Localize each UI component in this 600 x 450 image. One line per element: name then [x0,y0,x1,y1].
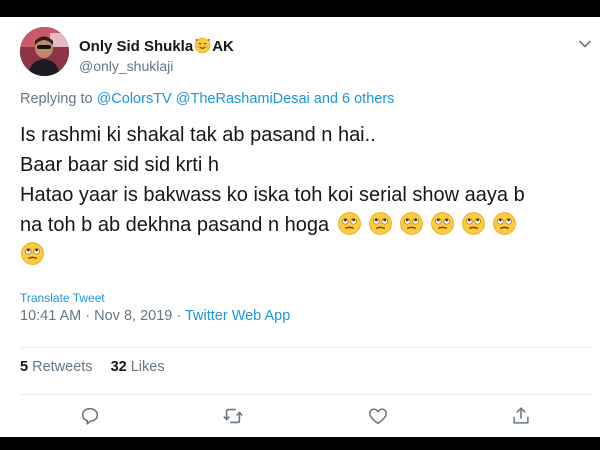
smiling-face-with-hearts-icon [194,37,211,58]
face-with-rolling-eyes-icon [399,211,424,236]
others-link[interactable]: and 6 others [314,91,395,107]
tweet-meta: 10:41 AM · Nov 8, 2019 · Twitter Web App [20,308,290,324]
meta-separator: · [172,308,185,324]
retweet-icon[interactable] [222,405,244,427]
like-icon[interactable] [367,405,389,427]
tweet-line: Hatao yaar is bakwass ko iska toh koi se… [20,184,525,206]
replying-to-label: Replying to [20,91,93,107]
mention-link[interactable]: @ColorsTV [97,91,172,107]
likes-stat[interactable]: 32 Likes [111,359,165,375]
face-with-rolling-eyes-icon [20,241,45,266]
translate-tweet-link[interactable]: Translate Tweet [20,291,105,305]
face-with-rolling-eyes-icon [461,211,486,236]
face-with-rolling-eyes-icon [368,211,393,236]
share-icon[interactable] [510,405,532,427]
tweet-card: Only Sid Shukla AK @only_shuklaji Replyin… [0,17,600,437]
tweet-text: Is rashmi ki shakal tak ab pasand n hai.… [20,120,590,270]
chevron-down-icon[interactable] [578,37,592,51]
tweet-line: Baar baar sid sid krti h [20,154,219,176]
tweet-line-with-emoji: na toh b ab dekhna pasand n hoga [20,210,590,240]
face-with-rolling-eyes-icon [430,211,455,236]
avatar[interactable] [20,27,69,76]
user-handle[interactable]: @only_shuklaji [79,58,173,74]
timestamp[interactable]: 10:41 AM · Nov 8, 2019 [20,308,172,324]
mention-link[interactable]: @TheRashamiDesai [176,91,310,107]
tweet-stats: 5 Retweets 32 Likes [20,359,165,375]
retweets-stat[interactable]: 5 Retweets [20,359,93,375]
source-app-link[interactable]: Twitter Web App [185,308,290,324]
face-with-rolling-eyes-icon [492,211,517,236]
reply-icon[interactable] [79,405,101,427]
tweet-line: Is rashmi ki shakal tak ab pasand n hai.… [20,124,376,146]
display-name[interactable]: Only Sid Shukla AK [79,37,234,58]
action-bar [0,403,600,433]
tweet-line-emoji [20,240,590,270]
divider [20,394,592,395]
divider [20,347,592,348]
replying-to: Replying to @ColorsTV @TheRashamiDesai a… [20,91,394,107]
face-with-rolling-eyes-icon [337,211,362,236]
